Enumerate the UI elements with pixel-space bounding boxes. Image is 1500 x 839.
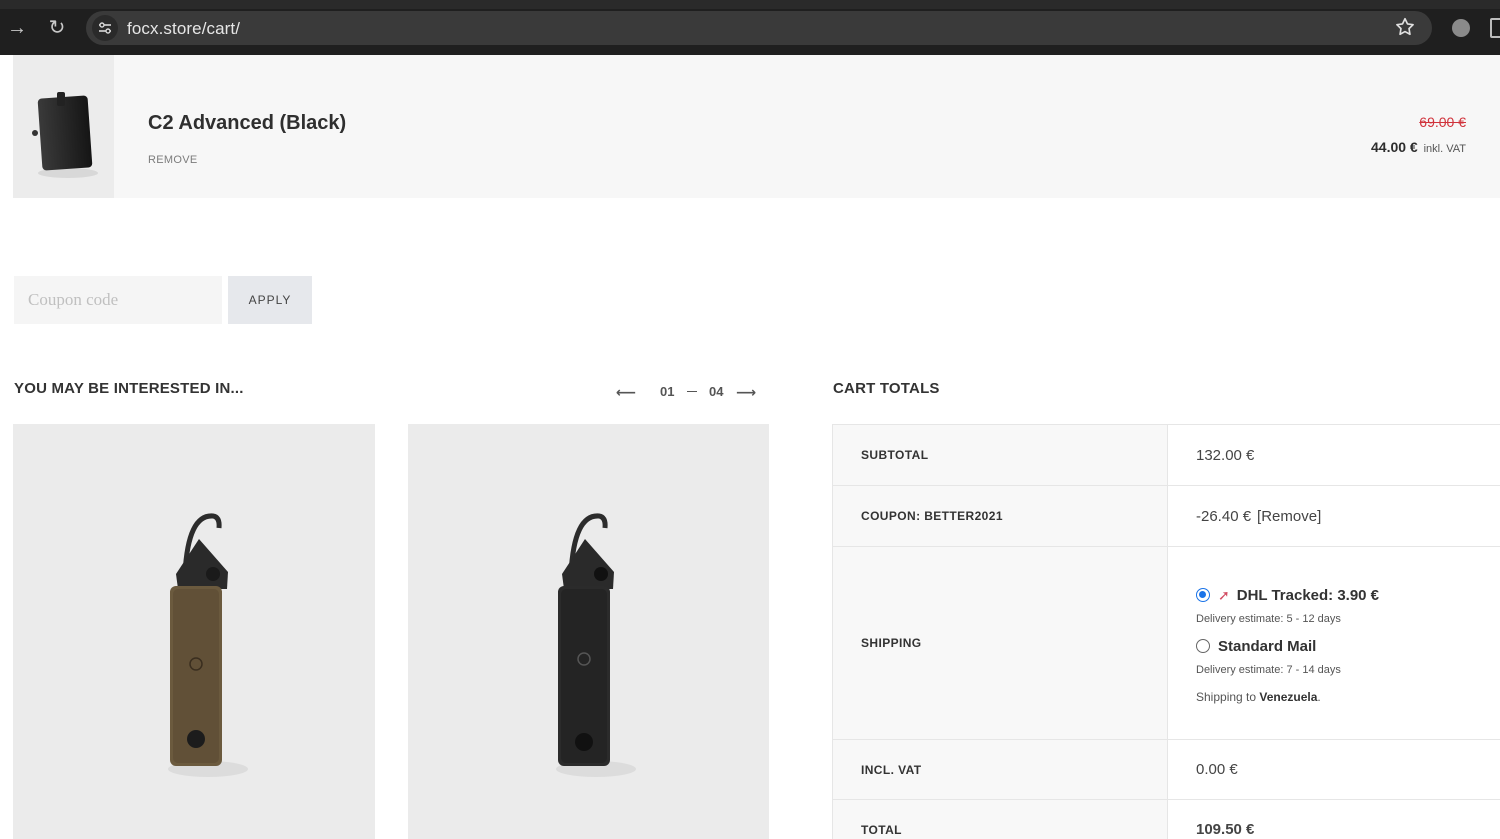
coupon-value: -26.40 € [1196,507,1252,525]
address-bar[interactable]: focx.store/cart/ [86,11,1432,45]
tab-strip [0,0,1500,9]
shipping-label: SHIPPING [832,546,1168,740]
shipping-option-dhl[interactable]: ➚ DHL Tracked: 3.90 € [1196,587,1500,604]
vat-value: 0.00 € [1167,739,1500,800]
cart-item-row: C2 Advanced (Black) REMOVE 69.00 € 44.00… [13,55,1500,198]
extension-icon[interactable] [1452,19,1470,37]
carousel-prev-icon[interactable]: ⟵ [616,384,636,401]
coupon-label: COUPON: BETTER2021 [832,485,1168,547]
table-row: COUPON: BETTER2021 -26.40 € [Remove] [832,485,1500,547]
delivery-estimate: Delivery estimate: 7 - 14 days [1196,663,1341,676]
apply-coupon-button[interactable]: APPLY [228,276,312,324]
carousel-next-icon[interactable]: ⟶ [736,384,756,401]
cart-item-title[interactable]: C2 Advanced (Black) [148,112,346,135]
remove-coupon-link[interactable]: [Remove] [1257,508,1321,525]
shipping-to-prefix: Shipping to [1196,689,1257,704]
pager-total: 04 [709,384,724,399]
table-row: SHIPPING ➚ DHL Tracked: 3.90 € Delivery … [832,546,1500,740]
shipping-radio-dhl[interactable] [1196,588,1210,602]
rocket-icon: ➚ [1218,586,1230,603]
shipping-option-name: DHL Tracked: 3.90 € [1236,586,1380,604]
interested-title: YOU MAY BE INTERESTED IN... [14,380,244,397]
product-thumbnail[interactable] [13,55,114,198]
table-row: INCL. VAT 0.00 € [832,739,1500,800]
coupon-code-input[interactable] [14,276,222,324]
cart-totals-table: SUBTOTAL 132.00 € COUPON: BETTER2021 -26… [832,424,1500,839]
remove-item-link[interactable]: REMOVE [148,154,197,166]
total-value: 109.50 € [1167,799,1500,839]
subtotal-value: 132.00 € [1167,424,1500,486]
cart-totals-title: CART TOTALS [833,380,940,397]
sale-price: 44.00 € inkl. VAT [1371,139,1466,155]
shipping-option-standard[interactable]: Standard Mail [1196,638,1500,655]
shipping-options: ➚ DHL Tracked: 3.90 € Delivery estimate:… [1167,546,1500,740]
delivery-estimate: Delivery estimate: 5 - 12 days [1196,612,1341,625]
sale-price-value: 44.00 € [1371,139,1418,155]
coupon-discount: -26.40 € [Remove] [1167,485,1500,547]
total-label: TOTAL [832,799,1168,839]
shipping-option-name: Standard Mail [1218,637,1317,655]
url-text[interactable]: focx.store/cart/ [127,19,240,39]
carousel-pager: ⟵ 01 04 ⟶ [616,384,771,400]
pager-current: 01 [660,384,675,399]
side-panel-icon[interactable] [1490,18,1500,38]
product-card[interactable] [408,424,769,839]
browser-toolbar: → ↻ focx.store/cart/ [0,0,1500,55]
vat-suffix: inkl. VAT [1423,143,1466,155]
table-row: SUBTOTAL 132.00 € [832,424,1500,486]
bookmark-star-icon[interactable] [1394,16,1416,38]
pager-divider [687,391,697,392]
table-row: TOTAL 109.50 € [832,799,1500,839]
reload-icon[interactable]: ↻ [44,15,70,41]
vat-label: INCL. VAT [832,739,1168,800]
original-price: 69.00 € [1419,114,1466,130]
product-card[interactable] [13,424,375,839]
forward-icon[interactable]: → [4,15,30,41]
shipping-destination: Shipping to Venezuela. [1196,689,1321,704]
site-settings-icon[interactable] [92,15,118,41]
subtotal-label: SUBTOTAL [832,424,1168,486]
shipping-radio-standard[interactable] [1196,639,1210,653]
shipping-country: Venezuela [1259,689,1318,704]
